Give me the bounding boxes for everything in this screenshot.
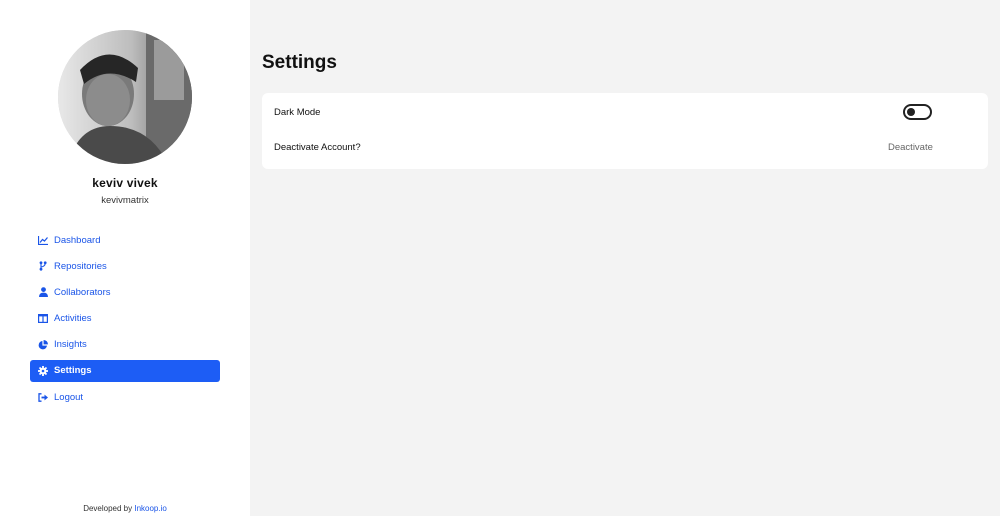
settings-card: Dark Mode Deactivate Account? Deactivate <box>262 93 988 169</box>
sidebar-nav: Dashboard Repositories Collaborators Act… <box>30 229 220 412</box>
toggle-knob <box>907 108 915 116</box>
footer-prefix: Developed by <box>83 504 133 513</box>
sign-out-icon <box>38 392 48 402</box>
sidebar-item-label: Repositories <box>54 260 107 272</box>
sidebar-item-label: Settings <box>54 365 92 377</box>
sidebar-item-repositories[interactable]: Repositories <box>30 255 220 277</box>
sidebar-item-label: Insights <box>54 339 87 351</box>
user-icon <box>38 287 48 298</box>
user-handle: kevivmatrix <box>101 195 149 206</box>
sidebar-item-label: Logout <box>54 391 84 403</box>
sidebar-item-activities[interactable]: Activities <box>30 308 220 330</box>
sidebar-item-label: Collaborators <box>54 286 111 298</box>
deactivate-account-label: Deactivate Account? <box>274 142 361 153</box>
gear-icon <box>38 365 48 376</box>
sidebar-item-label: Dashboard <box>54 234 101 246</box>
chart-line-icon <box>38 235 48 245</box>
sidebar-item-logout[interactable]: Logout <box>30 386 220 408</box>
dark-mode-toggle[interactable] <box>903 104 932 120</box>
dark-mode-label: Dark Mode <box>274 107 321 118</box>
deactivate-button[interactable]: Deactivate <box>888 142 933 153</box>
sidebar: keviv vivek kevivmatrix Dashboard Reposi… <box>0 0 250 516</box>
code-branch-icon <box>38 261 48 271</box>
user-name: keviv vivek <box>92 176 158 190</box>
sidebar-item-label: Activities <box>54 313 92 325</box>
sidebar-item-insights[interactable]: Insights <box>30 334 220 356</box>
sidebar-item-collaborators[interactable]: Collaborators <box>30 281 220 303</box>
pie-chart-icon <box>38 339 48 350</box>
columns-icon <box>38 314 48 324</box>
avatar[interactable] <box>58 30 192 164</box>
page-title: Settings <box>262 52 337 73</box>
footer-credit: Developed by Inkoop.io <box>0 504 250 513</box>
sidebar-item-dashboard[interactable]: Dashboard <box>30 229 220 251</box>
sidebar-item-settings[interactable]: Settings <box>30 359 220 382</box>
footer-brand-link[interactable]: Inkoop.io <box>134 504 166 513</box>
